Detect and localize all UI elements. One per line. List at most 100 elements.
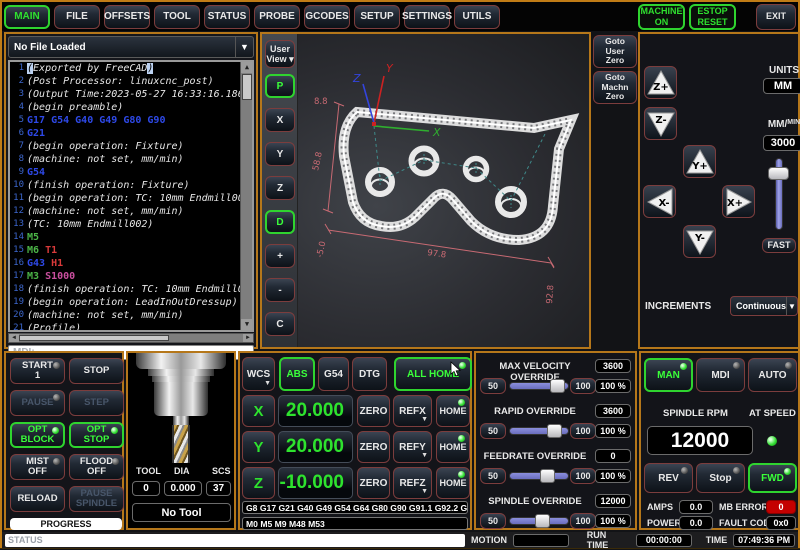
view-button-d[interactable]: D <box>265 210 295 234</box>
home-y-button[interactable]: HOME <box>436 431 470 463</box>
file-combo[interactable]: No File Loaded ▼ <box>8 36 254 58</box>
cycle-button-step[interactable]: STEP <box>69 390 124 416</box>
toolpath-plot[interactable]: Y Z X 8.8 58.8 -5.0 97.8 92.8 <box>262 34 589 347</box>
override-min-button[interactable]: 50 <box>480 378 506 394</box>
dro-header-abs[interactable]: ABS <box>279 357 315 391</box>
override-min-button[interactable]: 50 <box>480 513 506 529</box>
view-button-z[interactable]: Z <box>265 176 295 200</box>
gcode-text: (begin operation: TC: 10mm Endmill002 <box>27 192 250 205</box>
machine-on-button[interactable]: MACHINE ON <box>638 4 685 30</box>
axis-label-y[interactable]: Y <box>242 431 275 463</box>
exit-button[interactable]: EXIT <box>756 4 796 30</box>
jog-Yplus-button[interactable]: Y+ <box>683 145 716 178</box>
chevron-down-icon: ▼ <box>264 378 271 389</box>
zero-z-button[interactable]: ZERO <box>357 467 390 499</box>
chevron-down-icon[interactable]: ▼ <box>786 297 797 315</box>
tab-tool[interactable]: TOOL <box>154 5 200 29</box>
jog-rate-slider-handle[interactable] <box>768 167 789 180</box>
cycle-button-start-1[interactable]: START 1 <box>10 358 65 384</box>
cycle-button-reload[interactable]: RELOAD <box>10 486 65 512</box>
cycle-button-pause-spindle[interactable]: PAUSE SPINDLE <box>69 486 124 512</box>
line-number: 7 <box>10 140 27 153</box>
override-min-button[interactable]: 50 <box>480 468 506 484</box>
home-z-button[interactable]: HOME <box>436 467 470 499</box>
spindle-stop-button[interactable]: Stop <box>696 463 745 493</box>
override-max-button[interactable]: 100 <box>570 423 596 439</box>
override-min-button[interactable]: 50 <box>480 423 506 439</box>
override-max-button[interactable]: 100 <box>570 378 596 394</box>
cycle-button-pause[interactable]: PAUSE <box>10 390 65 416</box>
ref-y-button[interactable]: REFY▼ <box>393 431 432 463</box>
goto-button-0[interactable]: Goto User Zero <box>593 35 637 68</box>
tab-offsets[interactable]: OFFSETS <box>104 5 150 29</box>
vertical-scrollbar[interactable]: ▲ ▼ <box>240 62 252 330</box>
horizontal-scrollbar[interactable]: ◄ ► <box>8 333 254 343</box>
axis-label-z[interactable]: Z <box>242 467 275 499</box>
view-button--[interactable]: - <box>265 278 295 302</box>
goto-zero-buttons: Goto User ZeroGoto Machn Zero <box>593 35 637 107</box>
mode-auto-button[interactable]: AUTO <box>748 358 797 392</box>
tab-setup[interactable]: SETUP <box>354 5 400 29</box>
dro-header-dtg[interactable]: DTG <box>352 357 387 391</box>
chevron-down-icon[interactable]: ▼ <box>235 37 253 57</box>
override-slider-handle[interactable] <box>550 379 565 393</box>
cycle-button-stop[interactable]: STOP <box>69 358 124 384</box>
spindle-rev-button[interactable]: REV <box>644 463 693 493</box>
view-button--[interactable]: + <box>265 244 295 268</box>
view-button-p[interactable]: P <box>265 74 295 98</box>
status-field[interactable]: STATUS <box>5 534 465 547</box>
tab-settings[interactable]: SETTINGS <box>404 5 450 29</box>
zero-x-button[interactable]: ZERO <box>357 395 390 427</box>
view-button-x[interactable]: X <box>265 108 295 132</box>
jog-Zminus-button[interactable]: Z- <box>644 107 677 140</box>
tab-main[interactable]: MAIN <box>4 5 50 29</box>
ref-x-button[interactable]: REFX▼ <box>393 395 432 427</box>
override-slider[interactable] <box>509 472 569 480</box>
tab-file[interactable]: FILE <box>54 5 100 29</box>
gcode-editor[interactable]: 1(Exported by FreeCAD)2(Post Processor: … <box>8 60 254 332</box>
dro-header-wcs[interactable]: WCS▼ <box>242 357 275 391</box>
jog-Zplus-button[interactable]: Z+ <box>644 66 677 99</box>
increments-combo[interactable]: Continuous ▼ <box>730 296 798 316</box>
cycle-button-flood-off[interactable]: FLOOD OFF <box>69 454 124 480</box>
scroll-left-icon[interactable]: ◄ <box>9 334 19 342</box>
zero-y-button[interactable]: ZERO <box>357 431 390 463</box>
tool-number-display: 0 <box>132 481 160 496</box>
scroll-up-icon[interactable]: ▲ <box>241 62 253 73</box>
mode-mdi-button[interactable]: MDI <box>696 358 745 392</box>
override-max-button[interactable]: 100 <box>570 468 596 484</box>
jog-Yminus-button[interactable]: Y- <box>683 225 716 258</box>
view-button-user-view-[interactable]: User View ▾ <box>265 40 295 68</box>
cycle-button-opt-block[interactable]: OPT BLOCK <box>10 422 65 448</box>
jog-Xplus-button[interactable]: X+ <box>722 185 755 218</box>
tab-status[interactable]: STATUS <box>204 5 250 29</box>
override-max-button[interactable]: 100 <box>570 513 596 529</box>
scroll-right-icon[interactable]: ► <box>243 334 253 342</box>
override-slider-handle[interactable] <box>540 469 555 483</box>
tab-gcodes[interactable]: GCODES <box>304 5 350 29</box>
estop-reset-button[interactable]: ESTOP RESET <box>689 4 736 30</box>
tab-utils[interactable]: UTILS <box>454 5 500 29</box>
scrollbar-thumb[interactable] <box>242 74 252 100</box>
jog-Xminus-button[interactable]: X- <box>643 185 676 218</box>
mode-man-button[interactable]: MAN <box>644 358 693 392</box>
ref-z-button[interactable]: REFZ▼ <box>393 467 432 499</box>
cycle-button-mist-off[interactable]: MIST OFF <box>10 454 65 480</box>
spindle-fwd-button[interactable]: FWD <box>748 463 797 493</box>
override-slider-handle[interactable] <box>547 424 562 438</box>
home-x-button[interactable]: HOME <box>436 395 470 427</box>
led-indicator <box>458 471 465 478</box>
scrollbar-thumb[interactable] <box>19 335 169 341</box>
goto-button-1[interactable]: Goto Machn Zero <box>593 71 637 104</box>
view-button-c[interactable]: C <box>265 312 295 336</box>
override-slider-handle[interactable] <box>535 514 550 528</box>
fast-button[interactable]: FAST <box>762 238 796 253</box>
tool-label: TOOL <box>136 466 161 476</box>
dro-header-g54[interactable]: G54 <box>318 357 349 391</box>
scroll-down-icon[interactable]: ▼ <box>241 319 253 330</box>
override-percent-display: 100 % <box>595 424 631 438</box>
tab-probe[interactable]: PROBE <box>254 5 300 29</box>
view-button-y[interactable]: Y <box>265 142 295 166</box>
cycle-button-opt-stop[interactable]: OPT STOP <box>69 422 124 448</box>
axis-label-x[interactable]: X <box>242 395 275 427</box>
